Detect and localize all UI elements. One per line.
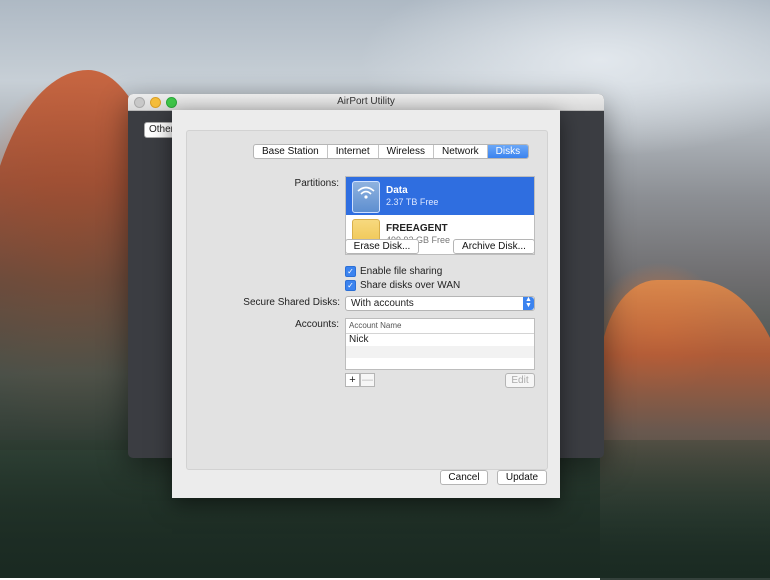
accounts-column-header[interactable]: Account Name	[346, 319, 534, 334]
accounts-label: Accounts:	[295, 319, 339, 330]
tab-base-station[interactable]: Base Station	[254, 145, 328, 158]
enable-file-sharing-checkbox[interactable]: ✓ Enable file sharing	[345, 266, 442, 277]
update-button[interactable]: Update	[497, 470, 547, 485]
tab-disks[interactable]: Disks	[487, 145, 529, 158]
table-row[interactable]: Nick	[346, 334, 534, 346]
partitions-label: Partitions:	[294, 178, 339, 189]
checkmark-icon: ✓	[345, 266, 356, 277]
partition-free: 2.37 TB Free	[386, 197, 439, 207]
settings-panel: Base Station Internet Wireless Network D…	[186, 130, 548, 470]
tab-wireless[interactable]: Wireless	[379, 145, 434, 158]
window-titlebar: AirPort Utility	[128, 94, 604, 111]
enable-file-sharing-label: Enable file sharing	[360, 266, 443, 277]
tab-network[interactable]: Network	[434, 145, 488, 158]
edit-account-button[interactable]: Edit	[505, 373, 535, 388]
zoom-button[interactable]	[166, 97, 177, 108]
secure-shared-disks-select[interactable]: With accounts ▲ ▼	[345, 296, 535, 311]
archive-disk-button[interactable]: Archive Disk...	[453, 239, 535, 254]
partition-name: Data	[386, 185, 408, 196]
minimize-button[interactable]	[150, 97, 161, 108]
checkmark-icon: ✓	[345, 280, 356, 291]
secure-shared-disks-label: Secure Shared Disks:	[243, 297, 340, 308]
add-account-button[interactable]: +	[345, 373, 360, 387]
stepper-arrows-icon: ▲ ▼	[523, 296, 534, 310]
table-row-empty	[346, 346, 534, 358]
cancel-button[interactable]: Cancel	[440, 470, 488, 485]
share-over-wan-checkbox[interactable]: ✓ Share disks over WAN	[345, 280, 460, 291]
partition-data[interactable]: Data 2.37 TB Free	[346, 177, 534, 215]
share-over-wan-label: Share disks over WAN	[360, 280, 461, 291]
close-button[interactable]	[134, 97, 145, 108]
remove-account-button[interactable]: —	[360, 373, 375, 387]
settings-sheet: Base Station Internet Wireless Network D…	[172, 110, 560, 498]
wifi-disk-icon	[352, 181, 380, 213]
erase-disk-button[interactable]: Erase Disk...	[345, 239, 419, 254]
window-title: AirPort Utility	[337, 96, 395, 107]
tab-internet[interactable]: Internet	[328, 145, 379, 158]
accounts-table[interactable]: Account Name Nick	[345, 318, 535, 370]
secure-shared-disks-value: With accounts	[351, 298, 414, 309]
partition-name: FREEAGENT	[386, 223, 448, 234]
tab-bar: Base Station Internet Wireless Network D…	[253, 144, 530, 159]
